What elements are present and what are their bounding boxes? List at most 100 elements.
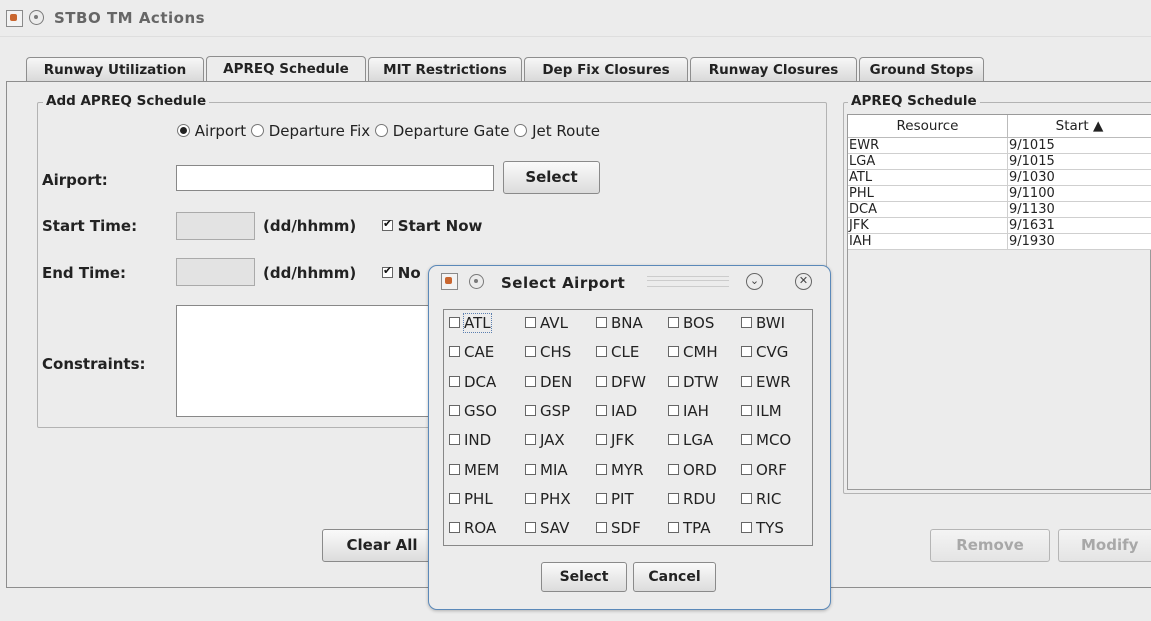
checkbox-icon[interactable] <box>668 404 679 416</box>
checkbox-icon[interactable] <box>741 434 752 446</box>
checkbox-icon[interactable] <box>449 522 460 534</box>
airport-checkbox[interactable]: ORD <box>668 461 717 479</box>
column-header-start[interactable]: Start ▲ <box>1008 115 1151 138</box>
checkbox-icon[interactable] <box>741 404 752 416</box>
airport-checkbox[interactable]: BWI <box>741 314 785 332</box>
checkbox-icon[interactable] <box>668 522 679 534</box>
checkbox-icon[interactable] <box>596 463 607 475</box>
checkbox-icon[interactable] <box>668 492 679 504</box>
radio-departure-gate[interactable]: Departure Gate <box>374 122 510 140</box>
checkbox-icon[interactable] <box>741 463 752 475</box>
checkbox-icon[interactable] <box>596 492 607 504</box>
checkbox-icon[interactable] <box>668 317 679 328</box>
airport-checkbox[interactable]: GSP <box>525 402 570 420</box>
checkbox-icon[interactable] <box>449 404 460 416</box>
window-menu-icon[interactable] <box>29 10 44 25</box>
start-now-check-icon[interactable] <box>382 217 393 231</box>
airport-checkbox[interactable]: MIA <box>525 461 568 479</box>
checkbox-icon[interactable] <box>449 346 460 358</box>
checkbox-icon[interactable] <box>525 375 536 387</box>
checkbox-icon[interactable] <box>668 463 679 475</box>
radio-departure-gate-button[interactable] <box>374 124 388 137</box>
airport-checkbox[interactable]: RIC <box>741 490 781 508</box>
checkbox-icon[interactable] <box>596 375 607 387</box>
airport-input[interactable] <box>176 165 494 191</box>
tab-ground-stops[interactable]: Ground Stops <box>859 57 984 81</box>
airport-checkbox[interactable]: CMH <box>668 343 718 361</box>
airport-checkbox[interactable]: BNA <box>596 314 643 332</box>
airport-checkbox[interactable]: ROA <box>449 519 496 537</box>
table-row[interactable]: PHL 9/1100 <box>848 186 1151 202</box>
dialog-menu-icon[interactable] <box>469 274 484 289</box>
checkbox-icon[interactable] <box>596 346 607 358</box>
airport-checkbox[interactable]: DEN <box>525 373 572 391</box>
airport-checkbox[interactable]: DFW <box>596 373 646 391</box>
checkbox-icon[interactable] <box>741 346 752 358</box>
checkbox-icon[interactable] <box>449 375 460 387</box>
tab-apreq-schedule[interactable]: APREQ Schedule <box>206 56 366 82</box>
checkbox-icon[interactable] <box>596 317 607 328</box>
checkbox-icon[interactable] <box>525 404 536 416</box>
airport-checkbox[interactable]: ORF <box>741 461 787 479</box>
airport-checkbox[interactable]: GSO <box>449 402 497 420</box>
airport-checkbox[interactable]: ATL <box>449 313 492 333</box>
airport-checkbox[interactable]: MCO <box>741 431 791 449</box>
radio-departure-fix[interactable]: Departure Fix <box>250 122 370 140</box>
checkbox-icon[interactable] <box>449 463 460 475</box>
radio-jet-route[interactable]: Jet Route <box>514 122 600 140</box>
tab-runway-closures[interactable]: Runway Closures <box>690 57 857 81</box>
dialog-select-button[interactable]: Select <box>541 562 627 592</box>
airport-checkbox[interactable]: MEM <box>449 461 499 479</box>
tab-runway-utilization[interactable]: Runway Utilization <box>26 57 204 81</box>
checkbox-icon[interactable] <box>449 434 460 446</box>
airport-checkbox[interactable]: PHX <box>525 490 571 508</box>
constraints-textarea[interactable] <box>176 305 436 417</box>
checkbox-icon[interactable] <box>741 375 752 387</box>
checkbox-icon[interactable] <box>741 522 752 534</box>
airport-checkbox[interactable]: PIT <box>596 490 634 508</box>
airport-checkbox[interactable]: LGA <box>668 431 713 449</box>
airport-checkbox[interactable]: EWR <box>741 373 791 391</box>
airport-checkbox[interactable]: TYS <box>741 519 784 537</box>
start-time-input[interactable] <box>176 212 255 240</box>
checkbox-icon[interactable] <box>741 492 752 504</box>
radio-jet-route-button[interactable] <box>514 124 528 137</box>
checkbox-icon[interactable] <box>525 434 536 446</box>
airport-checkbox[interactable]: SAV <box>525 519 569 537</box>
airport-checkbox[interactable]: TPA <box>668 519 711 537</box>
table-row[interactable]: ATL 9/1030 <box>848 170 1151 186</box>
checkbox-icon[interactable] <box>596 522 607 534</box>
airport-checkbox[interactable]: CVG <box>741 343 788 361</box>
checkbox-icon[interactable] <box>525 522 536 534</box>
checkbox-icon[interactable] <box>596 434 607 446</box>
table-row[interactable]: IAH 9/1930 <box>848 234 1151 250</box>
airport-checkbox[interactable]: PHL <box>449 490 493 508</box>
tab-dep-fix-closures[interactable]: Dep Fix Closures <box>524 57 688 81</box>
end-now-checkbox[interactable]: No <box>382 264 421 282</box>
radio-airport-button[interactable] <box>177 124 190 137</box>
checkbox-icon[interactable] <box>741 317 752 328</box>
airport-checkbox[interactable]: SDF <box>596 519 641 537</box>
airport-checkbox[interactable]: ILM <box>741 402 782 420</box>
checkbox-icon[interactable] <box>449 492 460 504</box>
table-row[interactable]: JFK 9/1631 <box>848 218 1151 234</box>
checkbox-icon[interactable] <box>596 404 607 416</box>
airport-checkbox[interactable]: RDU <box>668 490 716 508</box>
dialog-cancel-button[interactable]: Cancel <box>633 562 716 592</box>
airport-select-button[interactable]: Select <box>503 161 600 194</box>
airport-checkbox[interactable]: BOS <box>668 314 714 332</box>
chevron-down-icon[interactable]: ⌄ <box>746 273 763 290</box>
airport-checkbox[interactable]: IND <box>449 431 491 449</box>
checkbox-icon[interactable] <box>449 317 460 328</box>
checkbox-icon[interactable] <box>525 317 536 328</box>
checkbox-icon[interactable] <box>668 346 679 358</box>
checkbox-icon[interactable] <box>668 434 679 446</box>
airport-checkbox[interactable]: DTW <box>668 373 719 391</box>
airport-checkbox[interactable]: JAX <box>525 431 565 449</box>
airport-checkbox[interactable]: MYR <box>596 461 644 479</box>
checkbox-icon[interactable] <box>668 375 679 387</box>
radio-departure-fix-button[interactable] <box>250 124 264 137</box>
airport-checkbox[interactable]: JFK <box>596 431 634 449</box>
table-row[interactable]: EWR 9/1015 <box>848 138 1151 154</box>
clear-all-button[interactable]: Clear All <box>322 529 442 562</box>
